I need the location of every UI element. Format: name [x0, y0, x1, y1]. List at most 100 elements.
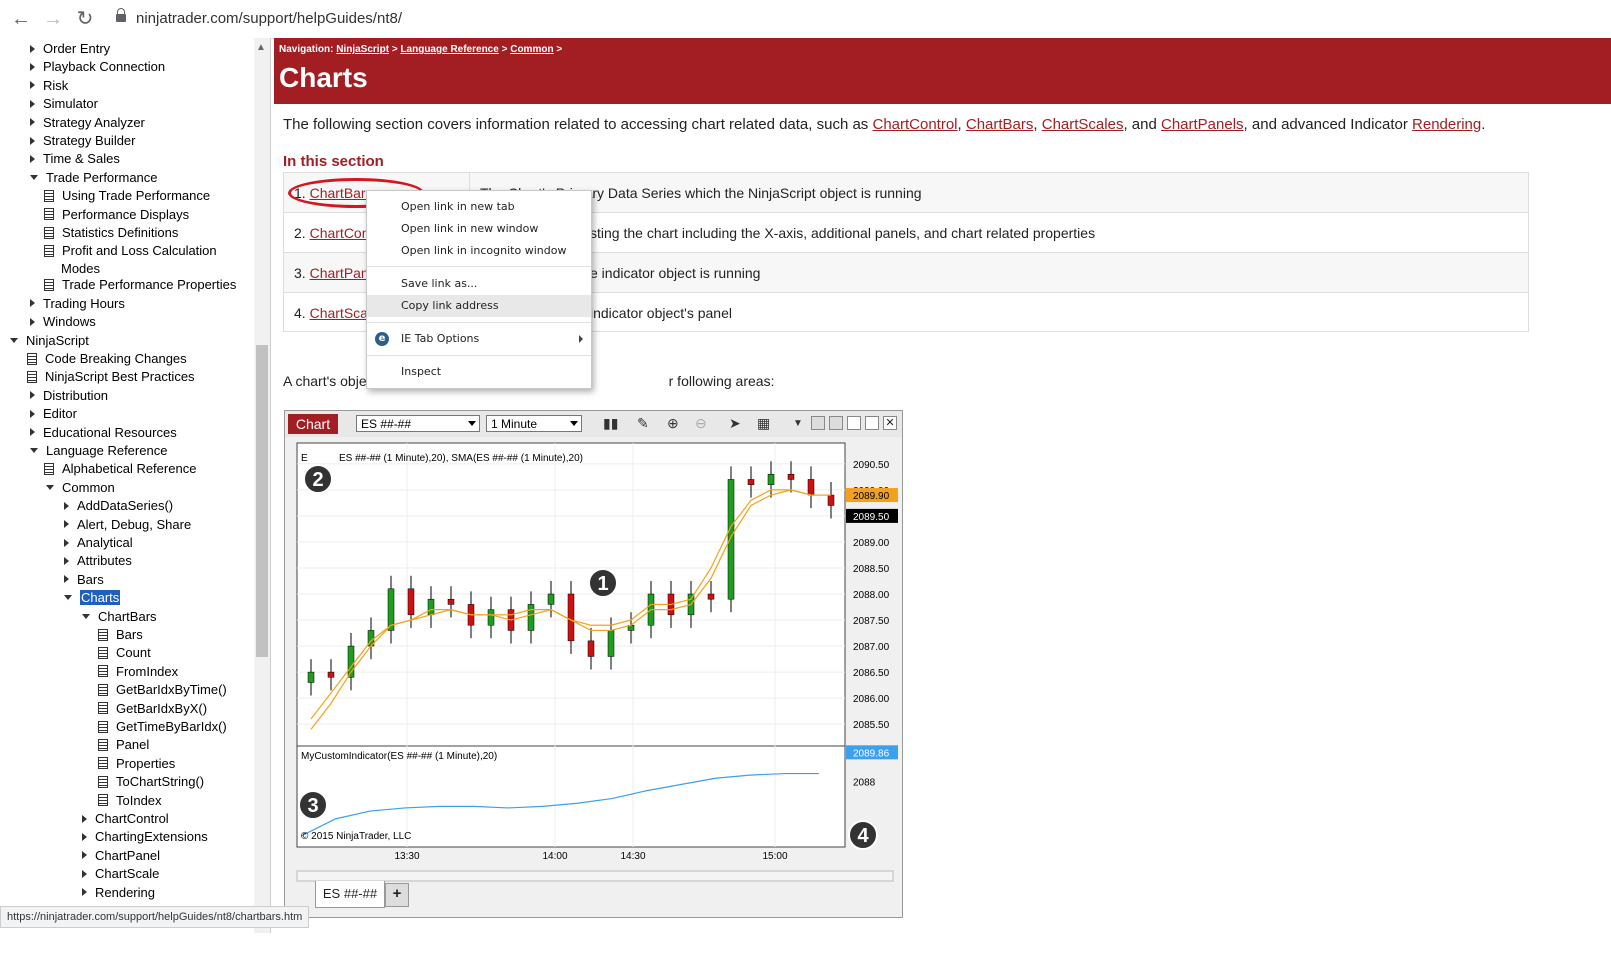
- minimize-icon[interactable]: [847, 416, 861, 430]
- menu-open-new-tab[interactable]: Open link in new tab: [367, 196, 591, 218]
- instrument-select[interactable]: ES ##-##: [356, 415, 480, 432]
- row-link[interactable]: ChartSca: [310, 305, 368, 321]
- sidebar-item-rendering[interactable]: Rendering: [82, 884, 155, 902]
- sidebar-item-chartscale[interactable]: ChartScale: [82, 865, 159, 883]
- collapsed-arrow-icon[interactable]: [30, 136, 35, 145]
- sidebar-item-chartbars[interactable]: ChartBars: [82, 608, 157, 626]
- link-chartbars[interactable]: ChartBars: [966, 116, 1034, 133]
- document-icon[interactable]: [44, 278, 54, 291]
- reload-icon[interactable]: ↻: [74, 8, 96, 30]
- collapsed-arrow-icon[interactable]: [82, 814, 87, 823]
- sidebar-item-alert-debug-share[interactable]: Alert, Debug, Share: [64, 516, 191, 534]
- link-chartcontrol[interactable]: ChartControl: [872, 116, 957, 133]
- sidebar-item-fromindex[interactable]: FromIndex: [98, 663, 178, 681]
- sidebar-item-trade-performance-properties[interactable]: Trade Performance Properties: [44, 276, 236, 294]
- sidebar-item-trading-hours[interactable]: Trading Hours: [30, 295, 125, 313]
- row-link[interactable]: ChartPan: [310, 265, 369, 281]
- sidebar-item-strategy-analyzer[interactable]: Strategy Analyzer: [30, 114, 145, 132]
- close-icon[interactable]: ✕: [883, 416, 897, 430]
- scroll-up-icon[interactable]: ▲: [256, 42, 266, 53]
- collapsed-arrow-icon[interactable]: [82, 869, 87, 878]
- sidebar-item-toindex[interactable]: ToIndex: [98, 792, 162, 810]
- document-icon[interactable]: [98, 683, 108, 696]
- instrument-tab[interactable]: ES ##-##: [315, 881, 385, 908]
- sidebar-item-educational-resources[interactable]: Educational Resources: [30, 424, 177, 442]
- interval-select[interactable]: 1 Minute: [486, 415, 582, 432]
- sidebar-item-common[interactable]: Common: [46, 479, 115, 497]
- menu-copy-link-address[interactable]: Copy link address: [367, 295, 591, 317]
- address-bar[interactable]: ninjatrader.com/support/helpGuides/nt8/: [110, 6, 1590, 32]
- collapsed-arrow-icon[interactable]: [82, 851, 87, 860]
- sidebar-item-chartpanel[interactable]: ChartPanel: [82, 847, 160, 865]
- data-box-icon[interactable]: ▦: [757, 415, 770, 432]
- document-icon[interactable]: [27, 370, 37, 383]
- maximize-icon[interactable]: [865, 416, 879, 430]
- expanded-arrow-icon[interactable]: [30, 174, 38, 180]
- document-icon[interactable]: [44, 208, 54, 221]
- collapsed-arrow-icon[interactable]: [30, 409, 35, 418]
- zoom-in-icon[interactable]: ⊕: [667, 415, 679, 432]
- collapsed-arrow-icon[interactable]: [64, 575, 69, 584]
- document-icon[interactable]: [98, 794, 108, 807]
- sidebar-item-ninjascript[interactable]: NinjaScript: [10, 332, 89, 350]
- row-link[interactable]: ChartCon: [310, 225, 370, 241]
- menu-open-incognito[interactable]: Open link in incognito window: [367, 240, 591, 262]
- sidebar-item-time-sales[interactable]: Time & Sales: [30, 150, 120, 168]
- sidebar-item-windows[interactable]: Windows: [30, 313, 96, 331]
- sidebar-item-adddataseries[interactable]: AddDataSeries(): [64, 497, 173, 515]
- document-icon[interactable]: [98, 757, 108, 770]
- document-icon[interactable]: [98, 775, 108, 788]
- sidebar-item-ninjascript-best-practices[interactable]: NinjaScript Best Practices: [27, 368, 195, 386]
- collapsed-arrow-icon[interactable]: [30, 118, 35, 127]
- document-icon[interactable]: [98, 628, 108, 641]
- sidebar-item-getbaridxbyx[interactable]: GetBarIdxByX(): [98, 700, 207, 718]
- sidebar-item-trade-performance[interactable]: Trade Performance: [30, 169, 158, 187]
- sidebar-item-bars[interactable]: Bars: [98, 626, 143, 644]
- sidebar-item-chartingextensions[interactable]: ChartingExtensions: [82, 828, 208, 846]
- collapsed-arrow-icon[interactable]: [82, 888, 87, 897]
- sidebar-item-chartcontrol[interactable]: ChartControl: [82, 810, 169, 828]
- collapsed-arrow-icon[interactable]: [64, 501, 69, 510]
- expanded-arrow-icon[interactable]: [82, 613, 90, 619]
- document-icon[interactable]: [98, 665, 108, 678]
- sidebar-item-getbaridxbytime[interactable]: GetBarIdxByTime(): [98, 681, 227, 699]
- collapsed-arrow-icon[interactable]: [30, 299, 35, 308]
- sidebar-item-playback-connection[interactable]: Playback Connection: [30, 58, 165, 76]
- menu-inspect[interactable]: Inspect: [367, 361, 591, 383]
- menu-open-new-window[interactable]: Open link in new window: [367, 218, 591, 240]
- menu-ie-tab-options[interactable]: e IE Tab Options: [367, 328, 591, 350]
- sidebar-item-performance-displays[interactable]: Performance Displays: [44, 206, 189, 224]
- forward-arrow-icon[interactable]: →: [42, 8, 64, 30]
- zoom-out-icon[interactable]: ⊖: [695, 415, 707, 432]
- document-icon[interactable]: [44, 244, 54, 257]
- collapsed-arrow-icon[interactable]: [82, 832, 87, 841]
- collapsed-arrow-icon[interactable]: [30, 99, 35, 108]
- collapsed-arrow-icon[interactable]: [30, 317, 35, 326]
- breadcrumb-link-common[interactable]: Common: [510, 44, 553, 55]
- document-icon[interactable]: [44, 189, 54, 202]
- collapsed-arrow-icon[interactable]: [64, 556, 69, 565]
- breadcrumb-link-language-reference[interactable]: Language Reference: [400, 44, 498, 55]
- collapsed-arrow-icon[interactable]: [30, 428, 35, 437]
- document-icon[interactable]: [44, 462, 54, 475]
- back-arrow-icon[interactable]: ←: [10, 8, 32, 30]
- document-icon[interactable]: [98, 738, 108, 751]
- collapsed-arrow-icon[interactable]: [64, 520, 69, 529]
- bar-type-icon[interactable]: ▮▮: [603, 415, 618, 432]
- sidebar-item-properties[interactable]: Properties: [98, 755, 175, 773]
- sidebar-item-language-reference[interactable]: Language Reference: [30, 442, 167, 460]
- document-icon[interactable]: [98, 702, 108, 715]
- sidebar-item-statistics-definitions[interactable]: Statistics Definitions: [44, 224, 178, 242]
- sidebar-scrollbar-thumb[interactable]: [256, 345, 268, 657]
- window-tile-icon[interactable]: [811, 416, 825, 430]
- document-icon[interactable]: [44, 226, 54, 239]
- sidebar-item-editor[interactable]: Editor: [30, 405, 77, 423]
- sidebar-item-tochartstring[interactable]: ToChartString(): [98, 773, 204, 791]
- link-rendering[interactable]: Rendering: [1412, 116, 1481, 133]
- document-icon[interactable]: [98, 646, 108, 659]
- window-tile-icon[interactable]: [829, 416, 843, 430]
- sidebar-item-charts[interactable]: Charts: [64, 589, 121, 607]
- expanded-arrow-icon[interactable]: [64, 595, 72, 601]
- sidebar-item-profit-and-loss-calculation[interactable]: Profit and Loss Calculation Modes: [44, 242, 217, 278]
- collapsed-arrow-icon[interactable]: [30, 154, 35, 163]
